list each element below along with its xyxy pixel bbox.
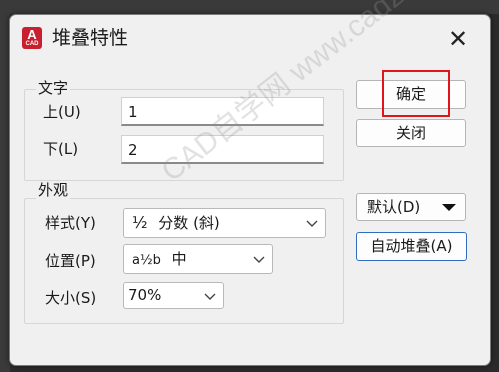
- close-icon[interactable]: ✕: [442, 25, 474, 53]
- chevron-down-icon: [306, 220, 318, 227]
- style-label: 样式(Y): [45, 214, 96, 232]
- stack-center-icon: a½b: [132, 253, 161, 268]
- title-bar[interactable]: A CAD 堆叠特性 ✕: [10, 15, 490, 63]
- close-button[interactable]: 关闭: [356, 119, 466, 147]
- size-select[interactable]: 70%: [123, 282, 224, 309]
- backdrop-top: [0, 0, 499, 14]
- default-label: 默认(D): [367, 198, 421, 216]
- autocad-app-icon: A CAD: [22, 27, 42, 49]
- size-value: 70%: [128, 286, 162, 304]
- position-value: 中: [171, 250, 187, 268]
- style-value: 分数 (斜): [158, 214, 220, 232]
- upper-input[interactable]: 1: [121, 97, 324, 126]
- appearance-group-label: 外观: [36, 181, 71, 199]
- chevron-down-icon: [253, 256, 265, 263]
- chevron-down-icon: [204, 293, 216, 300]
- position-select[interactable]: a½b 中: [123, 244, 273, 274]
- stack-properties-dialog: A CAD 堆叠特性 ✕ 文字 上(U) 1 下(L) 2 外观 样式(Y) ½…: [9, 0, 491, 366]
- auto-stack-button[interactable]: 自动堆叠(A): [356, 232, 467, 261]
- upper-label: 上(U): [43, 103, 81, 121]
- lower-input[interactable]: 2: [121, 135, 324, 164]
- position-label: 位置(P): [45, 252, 96, 270]
- size-label: 大小(S): [45, 289, 97, 307]
- highlight-annotation: [382, 70, 450, 117]
- default-dropdown[interactable]: 默认(D): [356, 193, 466, 221]
- dialog-title: 堆叠特性: [52, 27, 129, 49]
- style-select[interactable]: ½ 分数 (斜): [123, 208, 326, 238]
- lower-label: 下(L): [43, 140, 79, 158]
- triangle-down-icon: [442, 204, 456, 211]
- text-group-label: 文字: [36, 79, 71, 97]
- fraction-slash-icon: ½: [132, 213, 148, 232]
- app-icon-sub: CAD: [25, 41, 39, 47]
